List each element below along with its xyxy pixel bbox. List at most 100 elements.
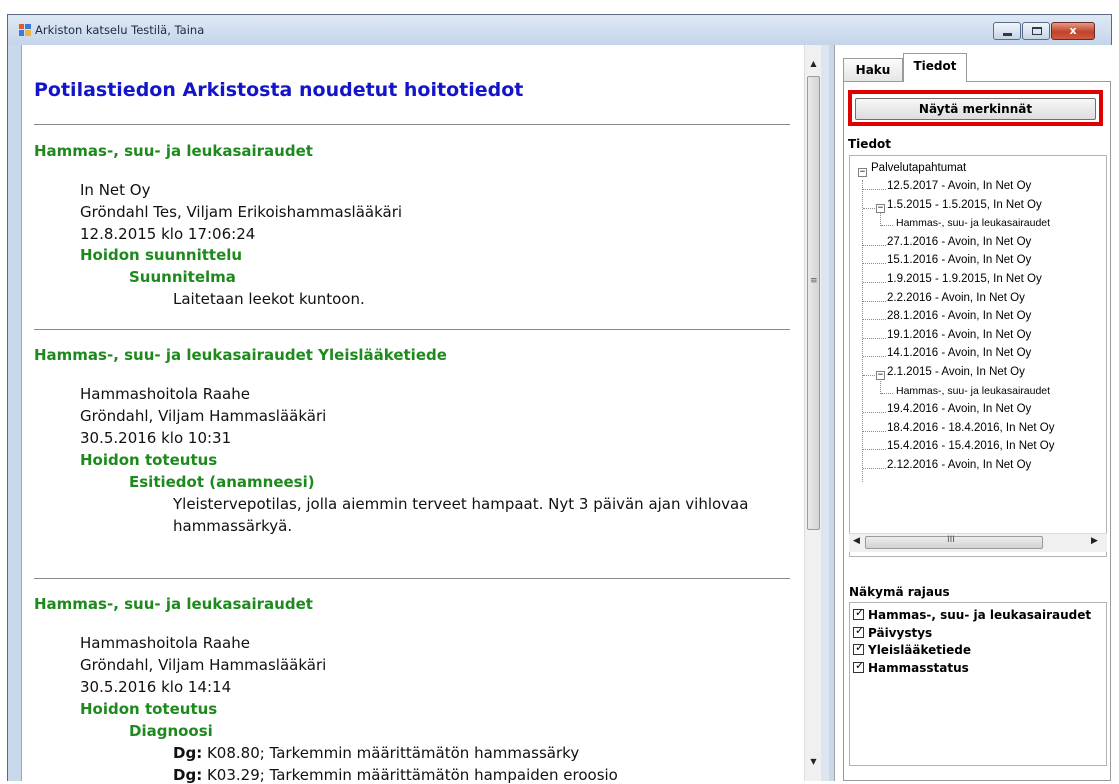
tree-item[interactable]: 1.9.2015 - 1.9.2015, In Net Oy bbox=[887, 273, 1042, 285]
diagnosis-line: Dg: K08.80; Tarkemmin määrittämätön hamm… bbox=[173, 744, 579, 762]
tree-item[interactable]: 1.5.2015 - 1.5.2015, In Net Oy bbox=[887, 199, 1042, 211]
tree-connector bbox=[863, 244, 886, 246]
document-heading: Potilastiedon Arkistosta noudetut hoitot… bbox=[34, 79, 524, 101]
scroll-right-icon[interactable]: ▶ bbox=[1091, 536, 1098, 546]
tree-connector bbox=[863, 356, 886, 358]
filter-option-label: Päivystys bbox=[868, 625, 933, 640]
tree-connector bbox=[863, 263, 886, 265]
tree-connector bbox=[863, 430, 886, 432]
scroll-up-icon[interactable]: ▲ bbox=[805, 59, 822, 68]
scroll-thumb[interactable] bbox=[807, 76, 820, 530]
show-entries-button[interactable]: Näytä merkinnät bbox=[855, 98, 1096, 120]
tree-connector bbox=[863, 319, 886, 321]
tree-label: Tiedot bbox=[848, 137, 892, 151]
checkmark-icon: ✓ bbox=[855, 641, 865, 654]
checkmark-icon: ✓ bbox=[855, 658, 865, 672]
care-phase: Hoidon toteutus bbox=[80, 700, 218, 718]
organization: Hammashoitola Raahe bbox=[80, 634, 250, 652]
section-title: Hammas-, suu- ja leukasairaudet Yleislää… bbox=[34, 346, 447, 364]
tree-item[interactable]: 2.12.2016 - Avoin, In Net Oy bbox=[887, 459, 1031, 471]
entry-heading: Diagnoosi bbox=[129, 722, 213, 740]
diagnosis-line: Dg: K03.29; Tarkemmin määrittämätön hamp… bbox=[173, 766, 618, 784]
checkbox[interactable]: ✓ bbox=[853, 658, 865, 673]
entry-text: hammassärkyä. bbox=[173, 517, 293, 535]
divider bbox=[34, 329, 790, 330]
timestamp: 30.5.2016 klo 14:14 bbox=[80, 678, 232, 696]
grip-icon: III bbox=[947, 535, 955, 545]
tree-item[interactable]: 28.1.2016 - Avoin, In Net Oy bbox=[887, 310, 1031, 322]
title-bar[interactable]: Arkiston katselu Testilä, Taina x bbox=[8, 15, 1111, 45]
checkbox[interactable]: ✓ bbox=[853, 623, 865, 638]
scroll-down-icon[interactable]: ▼ bbox=[805, 757, 822, 766]
checkmark-icon: ✓ bbox=[855, 623, 865, 637]
filter-option-label: Hammas-, suu- ja leukasairaudet bbox=[868, 608, 1092, 622]
diagnosis-prefix: Dg: bbox=[173, 744, 203, 762]
minimize-icon bbox=[1003, 33, 1012, 36]
tree-item[interactable]: 2.2.2016 - Avoin, In Net Oy bbox=[887, 292, 1025, 304]
tree-child-item[interactable]: Hammas-, suu- ja leukasairaudet bbox=[896, 217, 1050, 229]
entry-text: Laitetaan leekot kuntoon. bbox=[173, 290, 365, 304]
tree-connector bbox=[881, 225, 893, 227]
filter-label: Näkymä rajaus bbox=[849, 585, 950, 599]
tree-item[interactable]: 19.1.2016 - Avoin, In Net Oy bbox=[887, 329, 1031, 341]
tree-item[interactable]: 27.1.2016 - Avoin, In Net Oy bbox=[887, 236, 1031, 248]
tree-item[interactable]: 12.5.2017 - Avoin, In Net Oy bbox=[887, 180, 1031, 192]
filter-option[interactable]: ✓ Yleislääketiede bbox=[853, 641, 972, 659]
checkbox[interactable]: ✓ bbox=[853, 641, 865, 655]
checkbox[interactable]: ✓ bbox=[853, 607, 864, 620]
tree-item[interactable]: 18.4.2016 - 18.4.2016, In Net Oy bbox=[887, 422, 1055, 434]
divider bbox=[34, 578, 790, 579]
grip-icon: ≡ bbox=[810, 276, 818, 286]
close-icon: x bbox=[1069, 24, 1077, 37]
scroll-left-icon[interactable]: ◀ bbox=[853, 536, 860, 546]
care-phase: Hoidon suunnittelu bbox=[80, 246, 243, 264]
diagnosis-prefix: Dg: bbox=[173, 766, 203, 784]
tree-connector bbox=[863, 468, 886, 469]
timestamp: 12.8.2015 klo 17:06:24 bbox=[80, 225, 256, 243]
tree-connector bbox=[863, 282, 886, 283]
maximize-button[interactable] bbox=[1022, 22, 1050, 40]
collapse-icon[interactable]: − bbox=[858, 168, 867, 177]
document-scrollbar[interactable]: ▲ ≡ ▼ bbox=[804, 45, 822, 781]
tree-item[interactable]: 15.4.2016 - 15.4.2016, In Net Oy bbox=[887, 440, 1055, 452]
tree-hscrollbar[interactable]: ◀ III ▶ bbox=[849, 533, 1107, 552]
entry-heading: Suunnitelma bbox=[129, 268, 236, 286]
tab-haku[interactable]: Haku bbox=[843, 58, 903, 81]
filter-option-label: Yleislääketiede bbox=[868, 643, 972, 657]
tree-connector bbox=[863, 337, 886, 339]
tree-item[interactable]: 19.4.2016 - Avoin, In Net Oy bbox=[887, 403, 1031, 415]
author: Gröndahl, Viljam Hammaslääkäri bbox=[80, 407, 327, 425]
tree-item[interactable]: 15.1.2016 - Avoin, In Net Oy bbox=[887, 254, 1031, 266]
timestamp: 30.5.2016 klo 10:31 bbox=[80, 429, 232, 447]
close-button[interactable]: x bbox=[1051, 22, 1095, 40]
app-icon bbox=[19, 24, 31, 36]
section-title: Hammas-, suu- ja leukasairaudet bbox=[34, 142, 313, 160]
visit-tree[interactable]: − Palvelutapahtumat 12.5.2017 - Avoin, I… bbox=[849, 155, 1107, 557]
diagnosis-text: K08.80; Tarkemmin määrittämätön hammassä… bbox=[202, 744, 580, 762]
diagnosis-text: K03.29; Tarkemmin määrittämätön hampaide… bbox=[202, 766, 618, 784]
minimize-button[interactable] bbox=[993, 22, 1021, 40]
entry-heading: Esitiedot (anamneesi) bbox=[129, 473, 315, 491]
tree-connector bbox=[863, 300, 886, 302]
tree-child-item[interactable]: Hammas-, suu- ja leukasairaudet bbox=[896, 385, 1050, 397]
tree-item[interactable]: 14.1.2016 - Avoin, In Net Oy bbox=[887, 347, 1031, 359]
section-title: Hammas-, suu- ja leukasairaudet bbox=[34, 595, 313, 613]
filter-option[interactable]: ✓ Päivystys bbox=[853, 623, 933, 642]
entry-text: Yleistervepotilas, jolla aiemmin terveet… bbox=[173, 495, 749, 513]
maximize-icon bbox=[1032, 27, 1042, 35]
collapse-icon[interactable]: − bbox=[876, 203, 885, 213]
filter-option-label: Hammasstatus bbox=[868, 660, 969, 675]
tree-connector bbox=[881, 392, 893, 394]
filter-option[interactable]: ✓ Hammas-, suu- ja leukasairaudet bbox=[853, 607, 1092, 624]
care-phase: Hoidon toteutus bbox=[80, 451, 218, 469]
tree-connector bbox=[863, 449, 886, 451]
tree-connector bbox=[863, 412, 886, 414]
collapse-icon[interactable]: − bbox=[876, 371, 885, 380]
tree-item[interactable]: 2.1.2015 - Avoin, In Net Oy bbox=[887, 366, 1025, 378]
author: Gröndahl, Viljam Hammaslääkäri bbox=[80, 656, 327, 674]
filter-option[interactable]: ✓ Hammasstatus bbox=[853, 658, 969, 677]
tree-connector bbox=[863, 189, 886, 190]
tree-root[interactable]: Palvelutapahtumat bbox=[871, 162, 966, 174]
tab-tiedot[interactable]: Tiedot bbox=[903, 53, 967, 82]
panel-splitter[interactable] bbox=[821, 45, 829, 781]
